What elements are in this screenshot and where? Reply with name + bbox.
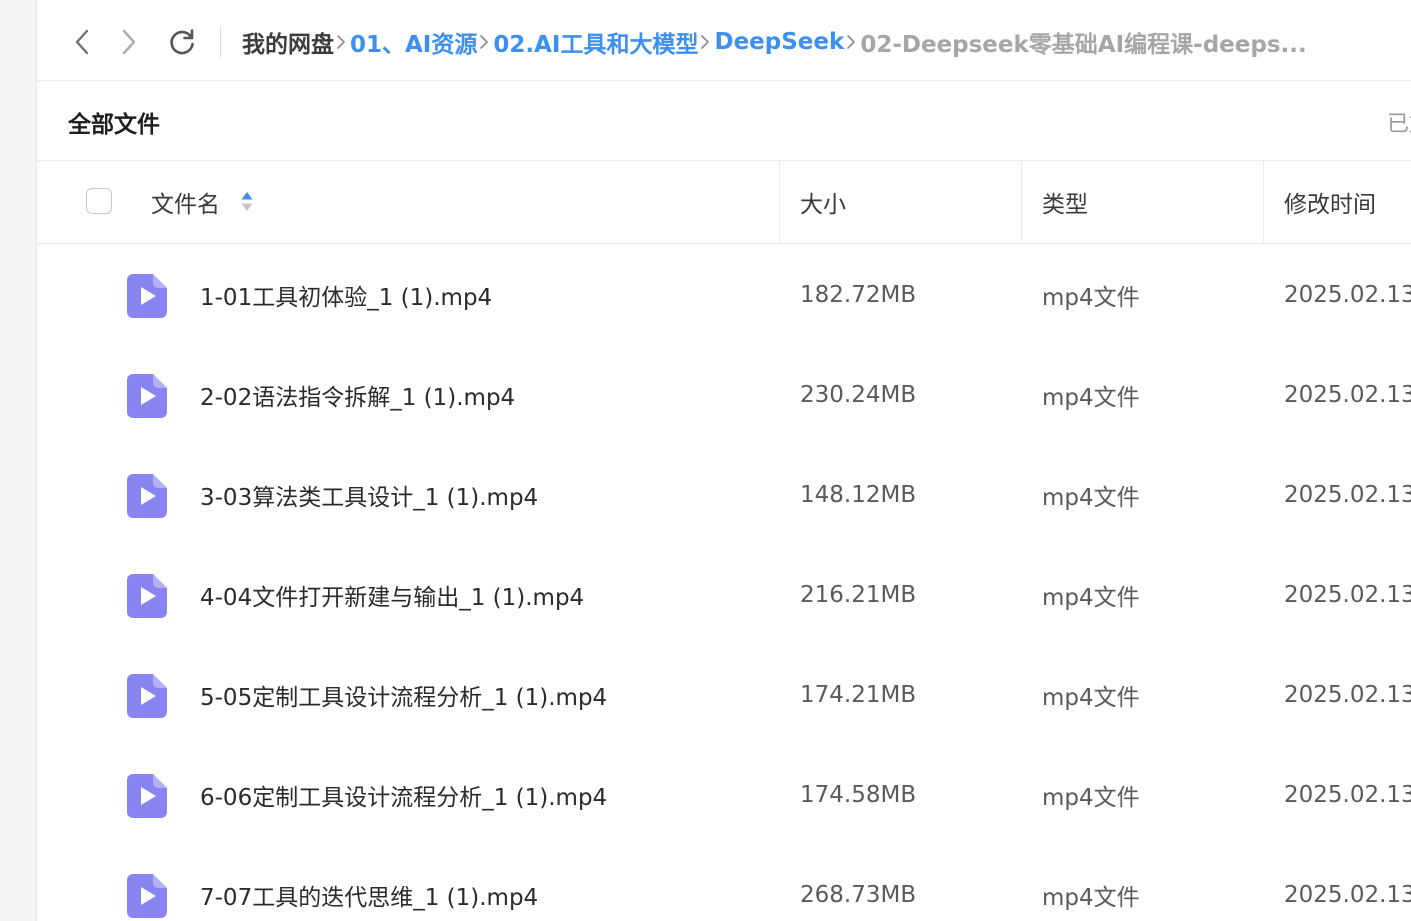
section-title: 全部文件 [68, 112, 160, 138]
breadcrumb-root[interactable]: 我的网盘 [242, 25, 334, 59]
breadcrumb-link-ai-tools[interactable]: 02.AI工具和大模型 [493, 25, 698, 59]
file-modified: 2025.02.13 [1284, 582, 1411, 608]
file-type: mp4文件 [1042, 485, 1140, 511]
table-row[interactable]: 2-02语法指令拆解_1 (1).mp4 230.24MB mp4文件 2025… [37, 345, 1411, 445]
breadcrumb-separator-icon [701, 35, 710, 49]
forward-button[interactable] [110, 24, 146, 60]
table-header: 文件名 大小 类型 修改时间 [37, 161, 1411, 244]
file-type: mp4文件 [1042, 585, 1140, 611]
file-modified: 2025.02.13 [1284, 282, 1411, 308]
column-header-size-label: 大小 [800, 192, 846, 218]
column-header-type-label: 类型 [1042, 192, 1088, 218]
breadcrumb-separator-icon [480, 35, 489, 49]
column-header-type[interactable]: 类型 [1021, 161, 1263, 243]
file-size: 174.21MB [800, 682, 917, 708]
video-file-icon [127, 474, 167, 518]
file-size: 268.73MB [800, 882, 917, 908]
file-modified: 2025.02.13 [1284, 382, 1411, 408]
video-file-icon [127, 674, 167, 718]
breadcrumb-link-deepseek[interactable]: DeepSeek [714, 29, 844, 55]
file-name[interactable]: 2-02语法指令拆解_1 (1).mp4 [200, 345, 515, 445]
file-size: 174.58MB [800, 782, 917, 808]
load-status-text: 已加载 [1387, 112, 1411, 137]
column-header-size[interactable]: 大小 [779, 161, 1021, 243]
file-name[interactable]: 3-03算法类工具设计_1 (1).mp4 [200, 445, 538, 545]
video-file-icon [127, 374, 167, 418]
breadcrumb-separator-icon [337, 35, 345, 49]
video-file-icon [127, 774, 167, 818]
file-name[interactable]: 1-01工具初体验_1 (1).mp4 [200, 245, 492, 345]
file-browser-panel: 我的网盘 01、AI资源 02.AI工具和大模型 DeepSeek 02-Dee… [36, 0, 1411, 921]
breadcrumb-link-ai-resources[interactable]: 01、AI资源 [350, 25, 477, 59]
video-file-icon [127, 574, 167, 618]
select-all-checkbox[interactable] [86, 188, 112, 214]
refresh-icon [170, 29, 194, 55]
file-type: mp4文件 [1042, 685, 1140, 711]
chevron-left-icon [75, 29, 89, 55]
chevron-right-icon [122, 29, 136, 55]
file-size: 182.72MB [800, 282, 917, 308]
table-row[interactable]: 7-07工具的迭代思维_1 (1).mp4 268.73MB mp4文件 202… [37, 845, 1411, 921]
file-type: mp4文件 [1042, 385, 1140, 411]
file-name[interactable]: 4-04文件打开新建与输出_1 (1).mp4 [200, 545, 584, 645]
file-modified: 2025.02.13 [1284, 882, 1411, 908]
video-file-icon [127, 874, 167, 918]
file-type: mp4文件 [1042, 785, 1140, 811]
section-header: 全部文件 已加载 [37, 81, 1411, 161]
table-row[interactable]: 3-03算法类工具设计_1 (1).mp4 148.12MB mp4文件 202… [37, 445, 1411, 545]
column-header-modified-label: 修改时间 [1284, 192, 1376, 218]
table-row[interactable]: 1-01工具初体验_1 (1).mp4 182.72MB mp4文件 2025.… [37, 245, 1411, 345]
breadcrumb: 我的网盘 01、AI资源 02.AI工具和大模型 DeepSeek 02-Dee… [242, 26, 1307, 58]
sort-icon[interactable] [240, 190, 254, 214]
table-row[interactable]: 4-04文件打开新建与输出_1 (1).mp4 216.21MB mp4文件 2… [37, 545, 1411, 645]
breadcrumb-current: 02-Deepseek零基础AI编程课-deeps... [860, 32, 1307, 58]
refresh-button[interactable] [164, 24, 200, 60]
column-header-name[interactable]: 文件名 [151, 161, 779, 243]
file-modified: 2025.02.13 [1284, 782, 1411, 808]
table-row[interactable]: 6-06定制工具设计流程分析_1 (1).mp4 174.58MB mp4文件 … [37, 745, 1411, 845]
file-size: 148.12MB [800, 482, 917, 508]
file-name[interactable]: 5-05定制工具设计流程分析_1 (1).mp4 [200, 645, 607, 745]
navigation-bar: 我的网盘 01、AI资源 02.AI工具和大模型 DeepSeek 02-Dee… [37, 0, 1411, 81]
file-modified: 2025.02.13 [1284, 482, 1411, 508]
back-button[interactable] [65, 24, 101, 60]
file-size: 216.21MB [800, 582, 917, 608]
file-name[interactable]: 6-06定制工具设计流程分析_1 (1).mp4 [200, 745, 607, 845]
nav-divider [220, 26, 221, 58]
file-type: mp4文件 [1042, 885, 1140, 911]
file-size: 230.24MB [800, 382, 917, 408]
file-type: mp4文件 [1042, 285, 1140, 311]
table-row[interactable]: 5-05定制工具设计流程分析_1 (1).mp4 174.21MB mp4文件 … [37, 645, 1411, 745]
column-header-name-label: 文件名 [151, 192, 220, 218]
breadcrumb-separator-icon [847, 35, 856, 49]
video-file-icon [127, 274, 167, 318]
column-header-modified[interactable]: 修改时间 [1263, 161, 1411, 243]
file-modified: 2025.02.13 [1284, 682, 1411, 708]
file-name[interactable]: 7-07工具的迭代思维_1 (1).mp4 [200, 845, 538, 921]
